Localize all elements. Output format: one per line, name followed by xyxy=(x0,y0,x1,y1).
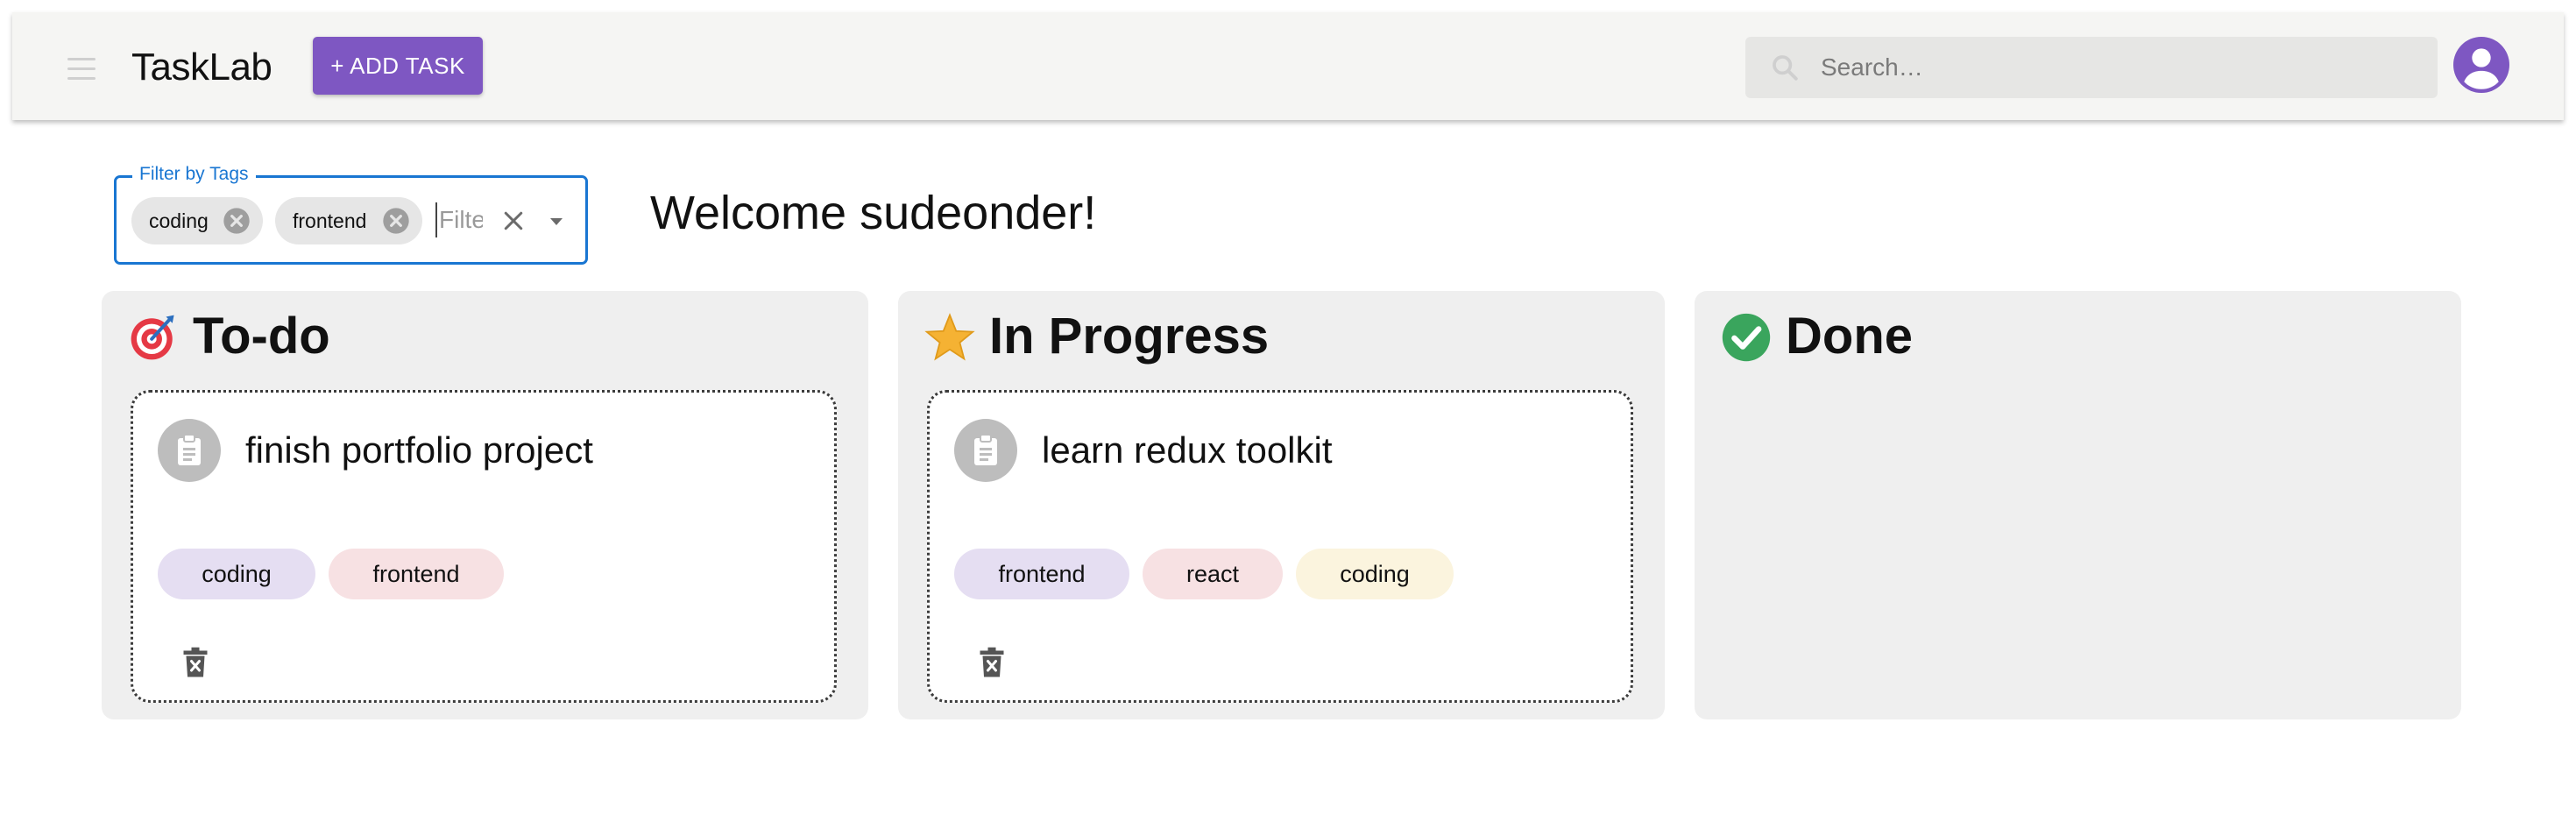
clipboard-icon xyxy=(178,434,201,465)
task-tag[interactable]: coding xyxy=(158,549,315,599)
delete-icon[interactable] xyxy=(979,647,1005,678)
filter-chip-coding[interactable]: coding xyxy=(131,197,263,244)
chip-remove-icon[interactable] xyxy=(382,207,410,235)
task-tag[interactable]: react xyxy=(1143,549,1283,599)
task-tag[interactable]: frontend xyxy=(329,549,504,599)
clipboard-icon xyxy=(974,434,997,465)
target-icon xyxy=(131,315,174,360)
app-bar: TaskLab + ADD TASK xyxy=(12,12,2564,120)
menu-button[interactable] xyxy=(56,51,107,86)
column-in-progress: In Progress learn redux toolkit frontend… xyxy=(898,291,1665,719)
column-todo: To-do finish portfolio project coding fr… xyxy=(102,291,868,719)
close-icon[interactable] xyxy=(500,208,527,234)
task-card[interactable]: learn redux toolkit frontend react codin… xyxy=(927,390,1633,703)
search-input[interactable] xyxy=(1819,37,2415,98)
task-tag[interactable]: frontend xyxy=(954,549,1129,599)
delete-icon[interactable] xyxy=(182,647,209,678)
add-task-button[interactable]: + ADD TASK xyxy=(313,37,483,95)
search-bar[interactable] xyxy=(1745,37,2438,98)
arrow-drop-down-icon[interactable] xyxy=(544,211,569,232)
task-card[interactable]: finish portfolio project coding frontend xyxy=(131,390,837,703)
star-icon xyxy=(924,313,975,361)
search-icon xyxy=(1773,55,1798,81)
filter-label: Filter by Tags xyxy=(132,164,256,185)
chip-label: frontend xyxy=(293,209,367,232)
column-title: Done xyxy=(1786,308,1913,365)
check-circle-icon xyxy=(1722,313,1771,362)
tag-filter[interactable]: Filter by Tags coding frontend xyxy=(114,164,588,265)
chip-label: coding xyxy=(149,209,209,232)
account-circle-icon[interactable] xyxy=(2453,37,2509,93)
column-title: In Progress xyxy=(989,308,1270,365)
task-avatar xyxy=(954,419,1017,482)
filter-chip-frontend[interactable]: frontend xyxy=(275,197,422,244)
menu-icon xyxy=(67,58,96,60)
app-title: TaskLab xyxy=(131,46,272,89)
task-tag[interactable]: coding xyxy=(1296,549,1454,599)
chip-remove-icon[interactable] xyxy=(223,207,251,235)
column-done: Done xyxy=(1695,291,2461,719)
column-title: To-do xyxy=(193,308,330,365)
task-avatar xyxy=(158,419,221,482)
task-title: learn redux toolkit xyxy=(1042,429,1333,471)
filter-input[interactable] xyxy=(435,202,485,237)
welcome-message: Welcome sudeonder! xyxy=(650,187,1097,239)
task-title: finish portfolio project xyxy=(245,429,593,471)
